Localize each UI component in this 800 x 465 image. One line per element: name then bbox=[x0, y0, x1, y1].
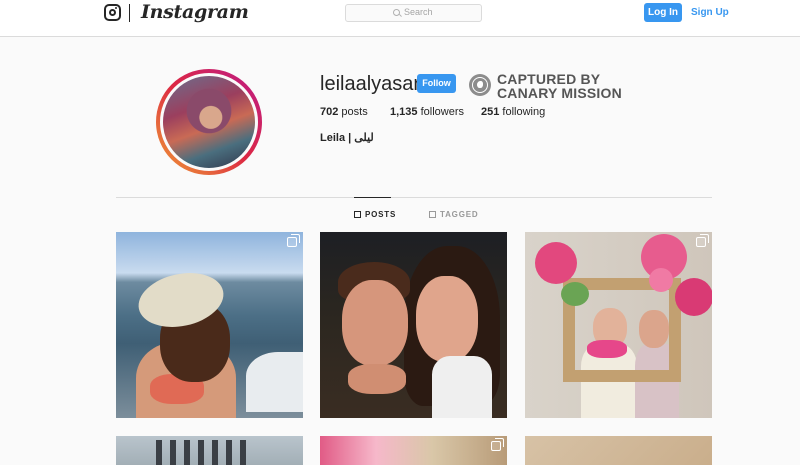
carousel-icon bbox=[287, 234, 300, 247]
profile-full-name: Leila | ليلى bbox=[320, 132, 374, 144]
tab-tagged[interactable]: TAGGED bbox=[429, 210, 478, 219]
posts-count-label: posts bbox=[341, 106, 368, 118]
login-button[interactable]: Log In bbox=[644, 3, 682, 22]
post-thumbnail[interactable] bbox=[525, 436, 712, 465]
post-thumbnail[interactable] bbox=[116, 232, 303, 418]
following-count-value: 251 bbox=[481, 106, 500, 118]
canary-bird-icon bbox=[469, 74, 491, 96]
tab-posts-label: POSTS bbox=[365, 210, 397, 219]
instagram-wordmark-logo[interactable]: Instagram bbox=[141, 1, 249, 23]
followers-count[interactable]: 1,135 followers bbox=[390, 106, 464, 118]
posts-count: 702 posts bbox=[320, 106, 368, 118]
avatar bbox=[160, 73, 258, 171]
signup-link[interactable]: Sign Up bbox=[691, 3, 729, 22]
posts-count-value: 702 bbox=[320, 106, 339, 118]
following-count[interactable]: 251 following bbox=[481, 106, 545, 118]
grid-icon bbox=[354, 211, 361, 218]
avatar-story-ring[interactable] bbox=[156, 69, 262, 175]
following-count-label: following bbox=[502, 106, 546, 118]
profile-username: leilaalyasari bbox=[320, 73, 425, 95]
logo-divider bbox=[129, 4, 130, 22]
search-input[interactable]: Search bbox=[345, 4, 482, 22]
followers-count-label: followers bbox=[420, 106, 464, 118]
tabs-divider bbox=[116, 197, 712, 198]
post-thumbnail[interactable] bbox=[320, 436, 507, 465]
follow-button[interactable]: Follow bbox=[417, 74, 456, 93]
carousel-icon bbox=[696, 234, 709, 247]
search-icon bbox=[393, 9, 400, 16]
tab-posts[interactable]: POSTS bbox=[354, 210, 396, 219]
carousel-icon bbox=[491, 438, 504, 451]
instagram-camera-icon[interactable] bbox=[104, 4, 121, 21]
post-thumbnail[interactable] bbox=[320, 232, 507, 418]
followers-count-value: 1,135 bbox=[390, 106, 418, 118]
active-tab-indicator bbox=[354, 197, 391, 198]
post-thumbnail[interactable] bbox=[116, 436, 303, 465]
tag-portrait-icon bbox=[429, 211, 436, 218]
watermark-line-2: CANARY MISSION bbox=[497, 85, 622, 101]
tab-tagged-label: TAGGED bbox=[440, 210, 479, 219]
post-thumbnail[interactable] bbox=[525, 232, 712, 418]
search-placeholder: Search bbox=[404, 7, 433, 17]
top-navigation-bar: Instagram Search Log In Sign Up bbox=[0, 0, 800, 37]
